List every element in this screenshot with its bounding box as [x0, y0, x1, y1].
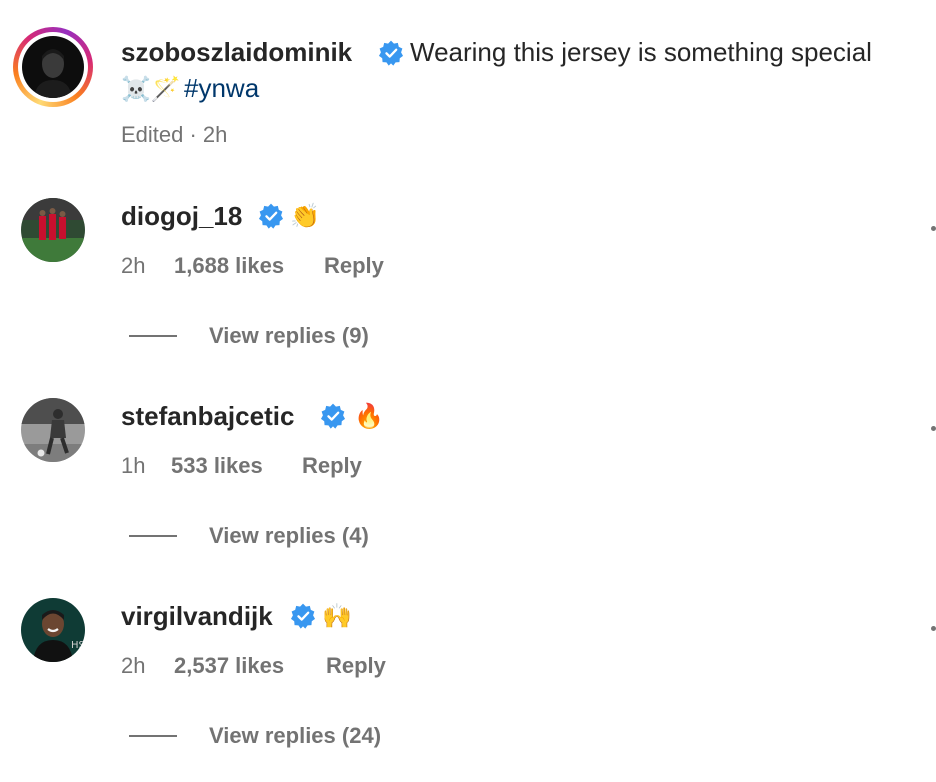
verified-badge-icon: [378, 40, 404, 66]
view-replies-button[interactable]: View replies (9): [209, 322, 369, 350]
reply-button[interactable]: Reply: [324, 252, 384, 280]
comment-likes[interactable]: 1,688 likes: [174, 252, 284, 280]
comment-username[interactable]: stefanbajcetic: [121, 400, 294, 432]
comment-username[interactable]: diogoj_18: [121, 200, 242, 232]
verified-badge-icon: [290, 603, 316, 629]
post-author-avatar[interactable]: [22, 36, 84, 98]
reply-button[interactable]: Reply: [326, 652, 386, 680]
verified-badge-icon: [320, 403, 346, 429]
comment-emoji: 👏: [290, 202, 320, 230]
post-edited-time: Edited · 2h: [121, 122, 228, 147]
post-caption: Wearing this jersey is something special: [410, 37, 872, 67]
comment-likes[interactable]: 2,537 likes: [174, 652, 284, 680]
verified-badge-icon: [258, 203, 284, 229]
comment-likes[interactable]: 533 likes: [171, 452, 263, 480]
view-replies-line: [129, 335, 177, 337]
view-replies-line: [129, 535, 177, 537]
comment-emoji: 🔥: [354, 402, 384, 430]
view-replies-button[interactable]: View replies (24): [209, 722, 381, 750]
comment-time: 1h: [121, 453, 146, 478]
comment-time: 2h: [121, 653, 146, 678]
comment-options-icon[interactable]: [931, 226, 936, 231]
reply-button[interactable]: Reply: [302, 452, 362, 480]
comment-emoji: 🙌: [322, 602, 352, 630]
comment-avatar-virgilvandijk[interactable]: HS: [21, 598, 85, 662]
comment-avatar-stefanbajcetic[interactable]: [21, 398, 85, 462]
caption-emoji: ☠️🪄: [121, 75, 181, 103]
comment-options-icon[interactable]: [931, 626, 936, 631]
svg-text:HS: HS: [71, 640, 85, 651]
comment-time: 2h: [121, 253, 146, 278]
comment-options-icon[interactable]: [931, 426, 936, 431]
comment-username[interactable]: virgilvandijk: [121, 600, 273, 632]
hashtag-link[interactable]: #ynwa: [184, 72, 259, 104]
view-replies-line: [129, 735, 177, 737]
post-username[interactable]: szoboszlaidominik: [121, 36, 352, 68]
view-replies-button[interactable]: View replies (4): [209, 522, 369, 550]
comment-avatar-diogoj-18[interactable]: [21, 198, 85, 262]
